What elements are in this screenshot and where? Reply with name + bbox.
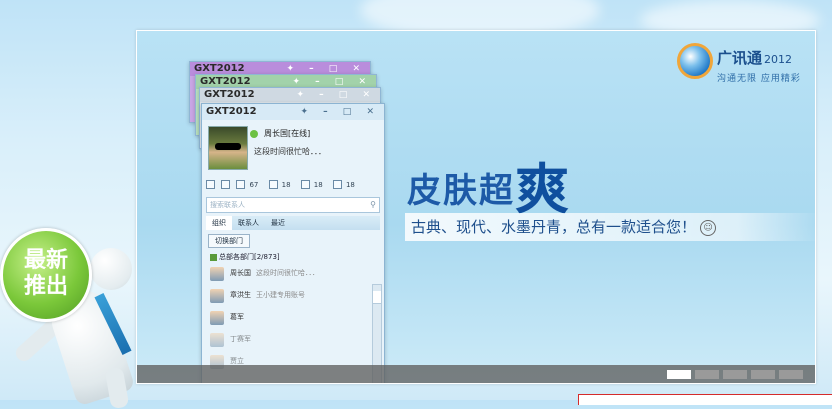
carousel-bar — [137, 365, 815, 383]
headline-prefix: 皮肤超 — [407, 171, 515, 211]
counter: 67 — [249, 180, 259, 189]
search-icon[interactable]: ⚲ — [370, 198, 376, 212]
carousel-dot-2[interactable] — [695, 370, 719, 379]
group-label: 总部各部门[2/873] — [219, 253, 280, 261]
brand-logo: 广讯通 2012 沟通无限 应用精彩 — [677, 41, 800, 97]
window-title: GXT2012 — [204, 89, 255, 100]
badge-line-1: 最新 — [23, 248, 68, 273]
carousel-dot-4[interactable] — [751, 370, 775, 379]
tab-recent[interactable]: 最近 — [265, 216, 291, 230]
window-controls: ✦ – □ ✕ — [296, 90, 376, 100]
brand-year: 2012 — [764, 53, 793, 66]
carousel-dot-5[interactable] — [779, 370, 803, 379]
mail-icon — [206, 180, 215, 189]
window-title: GXT2012 — [200, 76, 251, 87]
search-input[interactable]: 搜索联系人 ⚲ — [206, 197, 380, 213]
contact-status: 这段时间很忙哈．．． — [256, 269, 319, 277]
online-status-icon — [250, 130, 258, 138]
contact-name: 葛军 — [230, 313, 244, 321]
folder-icon — [300, 180, 310, 189]
tab-contacts[interactable]: 联系人 — [232, 216, 265, 230]
counter: 18 — [281, 180, 291, 189]
contact-row[interactable]: 丁赛军 — [202, 330, 384, 352]
avatar — [210, 289, 224, 303]
contact-name: 周长国 — [230, 269, 251, 277]
profile-panel: 周长国[在线] 这段时间很忙哈．．． — [202, 120, 384, 180]
avatar — [210, 333, 224, 347]
search-placeholder: 搜索联系人 — [210, 201, 245, 209]
carousel-dot-3[interactable] — [723, 370, 747, 379]
window-title: GXT2012 — [206, 106, 257, 117]
brand-name: 广讯通 — [717, 49, 763, 67]
subline-text: 古典、现代、水墨丹青，总有一款适合您！ — [411, 218, 697, 236]
scroll-up-arrow[interactable] — [373, 291, 381, 304]
group-header[interactable]: 总部各部门[2/873] — [202, 250, 384, 264]
tab-bar: 组织 联系人 最近 — [206, 216, 380, 230]
note-icon — [332, 180, 342, 189]
flag-icon — [210, 253, 217, 261]
brand-slogan: 沟通无限 应用精彩 — [717, 74, 801, 84]
skin-window-main: GXT2012 ✦ – □ ✕ 周长国[在线] 这段时间很忙哈．．． 67 18 … — [201, 103, 385, 383]
counter: 18 — [313, 180, 323, 189]
profile-status-message: 这段时间很忙哈．．． — [254, 147, 326, 156]
contact-row[interactable]: 葛军 — [202, 308, 384, 330]
avatar — [210, 267, 224, 281]
contact-name: 章洪生 — [230, 291, 251, 299]
window-title: GXT2012 — [194, 63, 245, 74]
mascot-head — [90, 248, 132, 290]
toolbar-icons: 67 18 18 18 — [202, 180, 384, 194]
doc-icon — [221, 180, 231, 189]
badge-line-2: 推出 — [23, 274, 68, 299]
carousel-dot-1[interactable] — [667, 370, 691, 379]
globe-icon — [677, 43, 713, 79]
window-controls: ✦ – □ ✕ — [300, 107, 380, 117]
tab-organization[interactable]: 组织 — [206, 216, 232, 230]
avatar — [208, 126, 248, 170]
smile-icon: ☺ — [700, 219, 717, 236]
counter: 18 — [345, 180, 355, 189]
subline: 古典、现代、水墨丹青，总有一款适合您！ ☺ — [405, 213, 815, 241]
profile-name: 周长国[在线] — [264, 129, 311, 138]
contact-name: 丁赛军 — [230, 335, 251, 343]
headline-emphasis: 爽 — [515, 158, 571, 221]
contact-row[interactable]: 周长国 这段时间很忙哈．．． — [202, 264, 384, 286]
avatar — [210, 311, 224, 325]
promo-banner[interactable]: 广讯通 2012 沟通无限 应用精彩 皮肤超爽 古典、现代、水墨丹青，总有一款适合… — [136, 30, 816, 384]
switch-department-button[interactable]: 切换部门 — [208, 234, 250, 248]
contact-row[interactable]: 章洪生 王小建专用账号 — [202, 286, 384, 308]
calendar-icon — [268, 180, 278, 189]
new-release-badge: 最新 推出 — [0, 228, 92, 322]
group-icon — [236, 180, 246, 189]
headline: 皮肤超爽 — [407, 139, 571, 221]
contact-status: 王小建专用账号 — [256, 291, 305, 299]
